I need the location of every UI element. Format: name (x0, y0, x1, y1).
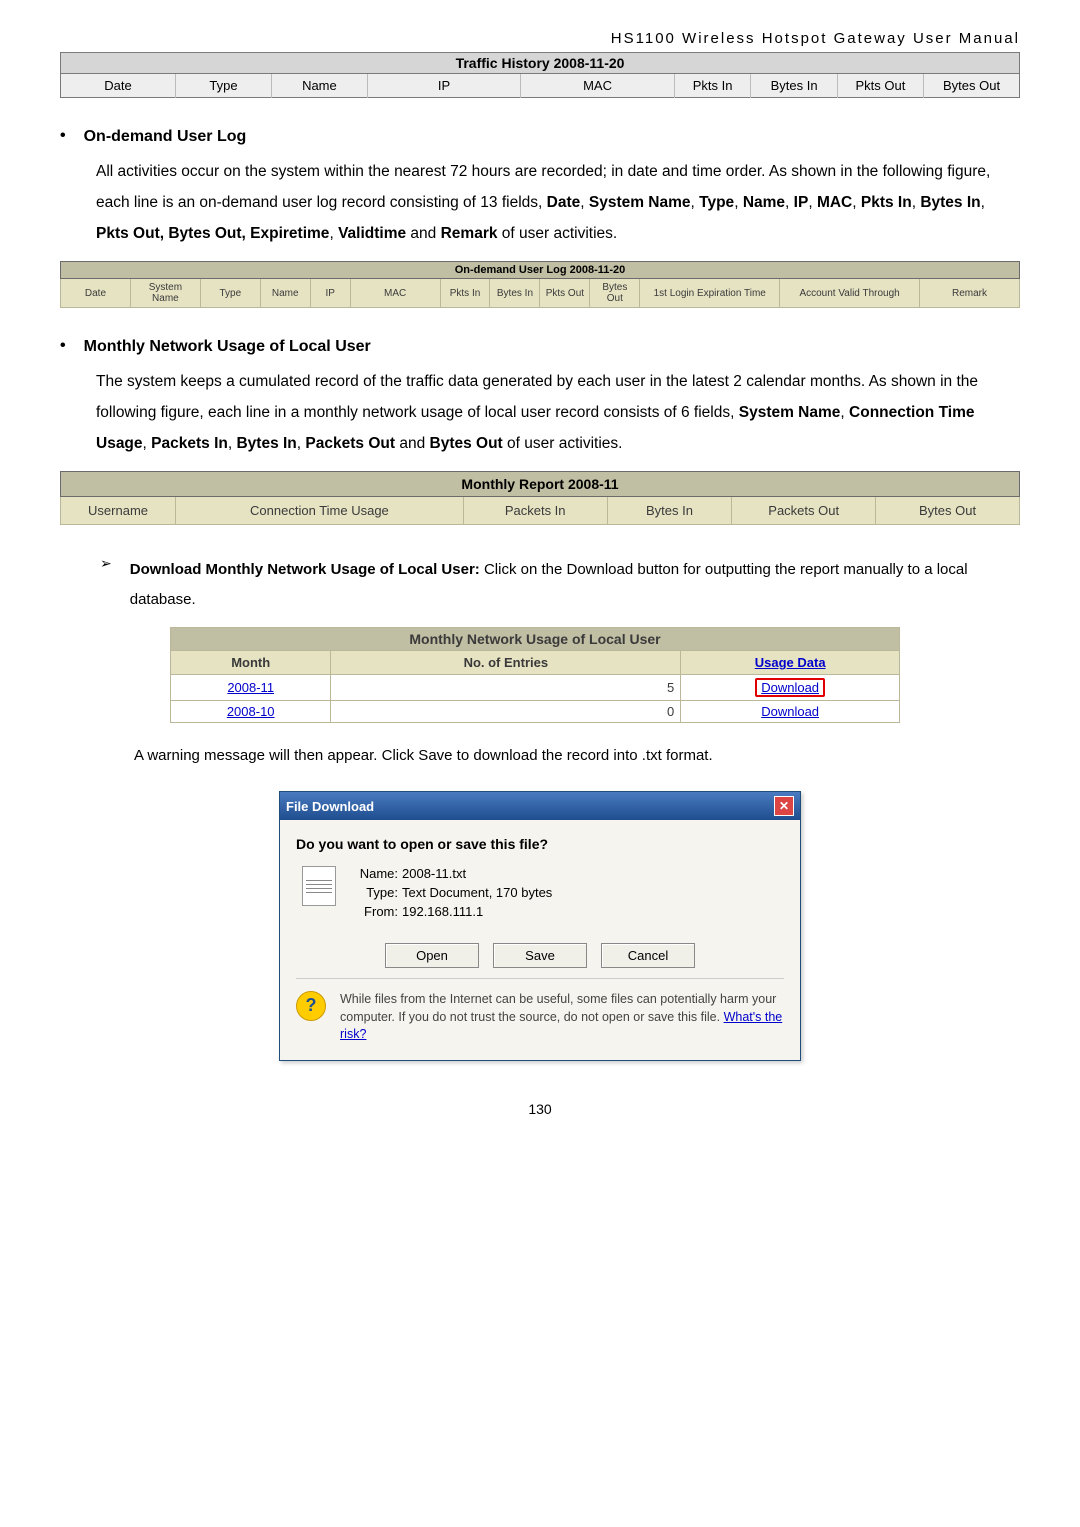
open-button[interactable]: Open (385, 943, 479, 968)
col-pkts-in: Pkts In (674, 74, 751, 98)
col-bytes-out: Bytes Out (924, 74, 1020, 98)
od-col-2: Type (200, 279, 260, 308)
entries-cell: 5 (331, 675, 681, 701)
col-type: Type (176, 74, 272, 98)
monthly-report-table: Monthly Report 2008-11 Username Connecti… (60, 471, 1020, 525)
after-table-text: A warning message will then appear. Clic… (134, 741, 1020, 771)
od-col-11: Account Valid Through (780, 279, 920, 308)
col-bytes-in: Bytes In (751, 74, 837, 98)
doc-header: HS1100 Wireless Hotspot Gateway User Man… (60, 30, 1020, 47)
col-name: Name (271, 74, 367, 98)
dialog-title: File Download (286, 799, 374, 814)
text-file-icon (302, 866, 336, 906)
save-button[interactable]: Save (493, 943, 587, 968)
type-label: Type: (350, 885, 398, 900)
od-col-0: Date (61, 279, 131, 308)
od-col-4: IP (310, 279, 350, 308)
monthly-title: Monthly Network Usage of Local User (84, 338, 371, 356)
from-label: From: (350, 904, 398, 919)
monthly-report-title: Monthly Report 2008-11 (61, 472, 1020, 497)
ondemand-table-title: On-demand User Log 2008-11-20 (61, 262, 1020, 279)
od-col-9: Bytes Out (590, 279, 640, 308)
mr-col-0: Username (61, 497, 176, 525)
od-col-1: System Name (130, 279, 200, 308)
ondemand-table: On-demand User Log 2008-11-20 Date Syste… (60, 261, 1020, 308)
od-col-5: MAC (350, 279, 440, 308)
warn-text: While files from the Internet can be use… (340, 991, 784, 1044)
mr-col-2: Packets In (463, 497, 607, 525)
od-col-10: 1st Login Expiration Time (640, 279, 780, 308)
download-link[interactable]: Download (761, 680, 819, 695)
month-link[interactable]: 2008-11 (227, 680, 274, 695)
ut-col-0: Month (171, 651, 331, 675)
usage-table-title: Monthly Network Usage of Local User (171, 628, 900, 651)
dialog-question: Do you want to open or save this file? (296, 836, 784, 852)
cancel-button[interactable]: Cancel (601, 943, 695, 968)
col-date: Date (61, 74, 176, 98)
type-value: Text Document, 170 bytes (402, 885, 552, 900)
chevron-icon: ➢ (100, 555, 112, 572)
ut-col-2: Usage Data (681, 651, 900, 675)
name-label: Name: (350, 866, 398, 881)
ut-col-1: No. of Entries (331, 651, 681, 675)
entries-cell: 0 (331, 701, 681, 723)
col-ip: IP (367, 74, 520, 98)
mr-col-4: Packets Out (732, 497, 876, 525)
mr-col-5: Bytes Out (876, 497, 1020, 525)
download-link[interactable]: Download (761, 704, 819, 719)
col-mac: MAC (521, 74, 674, 98)
from-value: 192.168.111.1 (402, 904, 552, 919)
page-number: 130 (60, 1101, 1020, 1117)
question-icon: ? (296, 991, 326, 1021)
close-icon[interactable]: ✕ (774, 796, 794, 816)
bullet-icon: • (60, 128, 66, 144)
month-link[interactable]: 2008-10 (227, 704, 275, 719)
bullet-icon: • (60, 338, 66, 354)
download-lead: Download Monthly Network Usage of Local … (130, 555, 1020, 615)
ondemand-title: On-demand User Log (84, 128, 247, 146)
table-row: 2008-11 5 Download (171, 675, 900, 701)
od-col-12: Remark (920, 279, 1020, 308)
od-col-7: Bytes In (490, 279, 540, 308)
traffic-history-table: Traffic History 2008-11-20 Date Type Nam… (60, 52, 1020, 98)
od-col-8: Pkts Out (540, 279, 590, 308)
mr-col-3: Bytes In (607, 497, 732, 525)
od-col-6: Pkts In (440, 279, 490, 308)
traffic-history-title: Traffic History 2008-11-20 (61, 53, 1020, 74)
ondemand-body: All activities occur on the system withi… (96, 156, 1020, 249)
monthly-body: The system keeps a cumulated record of t… (96, 366, 1020, 459)
table-row: 2008-10 0 Download (171, 701, 900, 723)
col-pkts-out: Pkts Out (837, 74, 923, 98)
usage-data-header-link[interactable]: Usage Data (755, 655, 826, 670)
name-value: 2008-11.txt (402, 866, 552, 881)
usage-table: Monthly Network Usage of Local User Mont… (170, 627, 900, 723)
od-col-3: Name (260, 279, 310, 308)
mr-col-1: Connection Time Usage (176, 497, 464, 525)
file-download-dialog: File Download ✕ Do you want to open or s… (279, 791, 801, 1061)
